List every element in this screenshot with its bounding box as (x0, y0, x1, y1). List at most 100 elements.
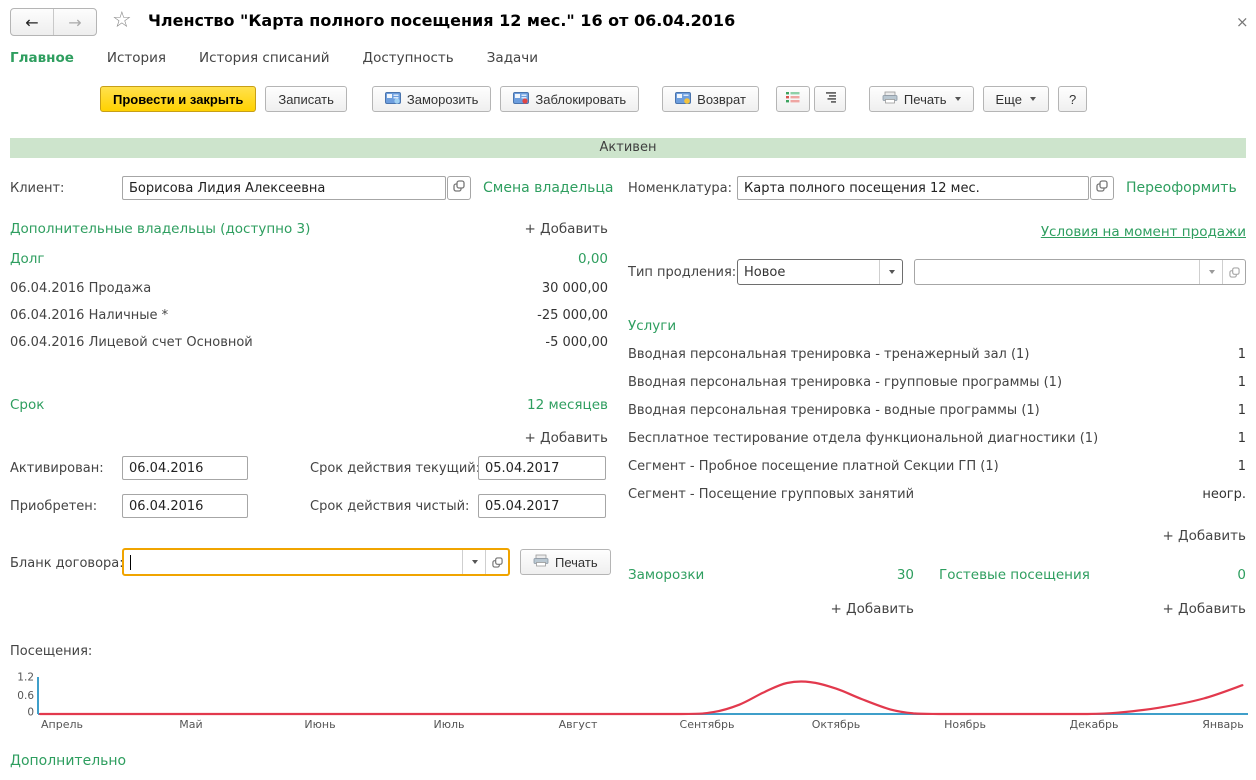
purchased-date-input[interactable] (122, 494, 248, 518)
debt-row-label: 06.04.2016 Наличные * (10, 308, 168, 323)
chevron-down-icon (889, 270, 895, 274)
printer-icon (533, 554, 549, 570)
debt-row: 06.04.2016 Продажа 30 000,00 (10, 281, 608, 296)
debt-row: 06.04.2016 Наличные * -25 000,00 (10, 308, 608, 323)
y-tick-label: 1.2 (17, 671, 34, 683)
colored-list-button[interactable] (776, 86, 810, 112)
contract-print-button[interactable]: Печать (520, 549, 611, 575)
print-menu-button[interactable]: Печать (869, 86, 974, 112)
chevron-down-icon (955, 97, 961, 101)
favorite-star-icon[interactable]: ☆ (112, 10, 132, 32)
back-button[interactable]: ← (11, 9, 54, 35)
service-row: Сегмент - Пробное посещение платной Секц… (628, 459, 1246, 474)
sale-terms-link[interactable]: Условия на момент продажи (1041, 224, 1246, 240)
term-header-row: Срок 12 месяцев (10, 397, 608, 413)
services-header[interactable]: Услуги (628, 318, 676, 334)
add-term-button[interactable]: + Добавить (524, 430, 608, 446)
nomenclature-input[interactable] (737, 176, 1089, 200)
open-button[interactable] (1222, 260, 1245, 284)
tab-tasks[interactable]: Задачи (487, 50, 538, 66)
renewal-extra-select[interactable] (914, 259, 1246, 285)
open-link-icon (492, 557, 503, 568)
x-axis-month-label: Июнь (304, 718, 335, 731)
purchased-label: Приобретен: (10, 499, 97, 514)
tab-writeoff-history[interactable]: История списаний (199, 50, 330, 66)
card-block-icon (513, 92, 529, 107)
contract-blank-select[interactable] (122, 548, 510, 576)
owners-row: Дополнительные владельцы (доступно 3) + … (10, 221, 608, 237)
freezes-row: Заморозки 30 (628, 567, 914, 583)
client-label: Клиент: (10, 181, 64, 196)
save-button[interactable]: Записать (265, 86, 347, 112)
term-current-date-input[interactable] (478, 456, 606, 480)
change-owner-link[interactable]: Смена владельца (483, 180, 614, 196)
block-button[interactable]: Заблокировать (500, 86, 639, 112)
chevron-down-icon (1209, 270, 1215, 274)
freezes-value: 30 (897, 567, 914, 583)
client-input[interactable] (122, 176, 446, 200)
x-axis-month-label: Ноябрь (944, 718, 986, 731)
services-add-row: + Добавить (628, 528, 1246, 544)
service-row: Вводная персональная тренировка - группо… (628, 375, 1246, 390)
colored-list-icon (785, 91, 801, 107)
open-link-icon (1229, 267, 1240, 278)
freezes-header[interactable]: Заморозки (628, 567, 704, 583)
debt-header[interactable]: Долг (10, 251, 45, 267)
term-net-date-input[interactable] (478, 494, 606, 518)
service-value: неогр. (1202, 487, 1246, 502)
debt-header-row: Долг 0,00 (10, 251, 608, 267)
forward-button[interactable]: → (54, 9, 96, 35)
visits-chart-svg: 00.61.2АпрельМайИюньИюльАвгустСентябрьОк… (0, 656, 1256, 746)
card-refund-icon (675, 92, 691, 107)
post-and-close-button[interactable]: Провести и закрыть (100, 86, 256, 112)
open-link-icon (453, 180, 465, 196)
forward-arrow-icon: → (68, 13, 81, 32)
add-service-button[interactable]: + Добавить (1162, 528, 1246, 544)
debt-row-value: 30 000,00 (542, 281, 608, 296)
print-label: Печать (904, 92, 947, 107)
x-axis-month-label: Апрель (41, 718, 83, 731)
more-button[interactable]: Еще (983, 86, 1049, 112)
nomenclature-open-button[interactable] (1090, 176, 1114, 200)
reissue-link[interactable]: Переоформить (1126, 180, 1237, 196)
service-row: Бесплатное тестирование отдела функциона… (628, 431, 1246, 446)
tab-main[interactable]: Главное (10, 50, 74, 66)
dropdown-button[interactable] (1199, 260, 1222, 284)
help-button[interactable]: ? (1058, 86, 1087, 112)
service-value: 1 (1238, 403, 1246, 418)
renewal-type-value: Новое (738, 265, 879, 280)
client-open-button[interactable] (447, 176, 471, 200)
additional-owners-header[interactable]: Дополнительные владельцы (доступно 3) (10, 221, 310, 237)
tab-availability[interactable]: Доступность (363, 50, 454, 66)
x-axis-month-label: Август (559, 718, 598, 731)
guest-visits-add-row: + Добавить (939, 601, 1246, 617)
additional-section-link[interactable]: Дополнительно (10, 753, 126, 769)
chevron-down-icon (1030, 97, 1036, 101)
block-label: Заблокировать (535, 92, 626, 107)
service-label: Сегмент - Пробное посещение платной Секц… (628, 459, 999, 474)
card-freeze-icon (385, 92, 401, 107)
dropdown-button[interactable] (462, 550, 485, 574)
renewal-type-select[interactable]: Новое (737, 259, 903, 285)
structure-list-icon (823, 91, 837, 107)
page-title: Членство "Карта полного посещения 12 мес… (148, 11, 735, 30)
nomenclature-label: Номенклатура: (628, 181, 732, 196)
guest-visits-header[interactable]: Гостевые посещения (939, 567, 1090, 583)
structure-list-button[interactable] (814, 86, 846, 112)
debt-row-value: -5 000,00 (545, 335, 608, 350)
add-freeze-button[interactable]: + Добавить (830, 601, 914, 617)
freeze-button[interactable]: Заморозить (372, 86, 492, 112)
add-owner-button[interactable]: + Добавить (524, 221, 608, 237)
membership-card-window: ← → ☆ Членство "Карта полного посещения … (0, 0, 1256, 780)
close-icon[interactable]: × (1236, 13, 1249, 31)
tab-history[interactable]: История (107, 50, 166, 66)
add-guest-visit-button[interactable]: + Добавить (1162, 601, 1246, 617)
open-button[interactable] (485, 550, 508, 574)
service-value: 1 (1238, 431, 1246, 446)
refund-button[interactable]: Возврат (662, 86, 759, 112)
term-header[interactable]: Срок (10, 397, 44, 413)
activated-date-input[interactable] (122, 456, 248, 480)
dropdown-button[interactable] (879, 260, 902, 284)
x-axis-month-label: Июль (433, 718, 464, 731)
freezes-add-row: + Добавить (628, 601, 914, 617)
